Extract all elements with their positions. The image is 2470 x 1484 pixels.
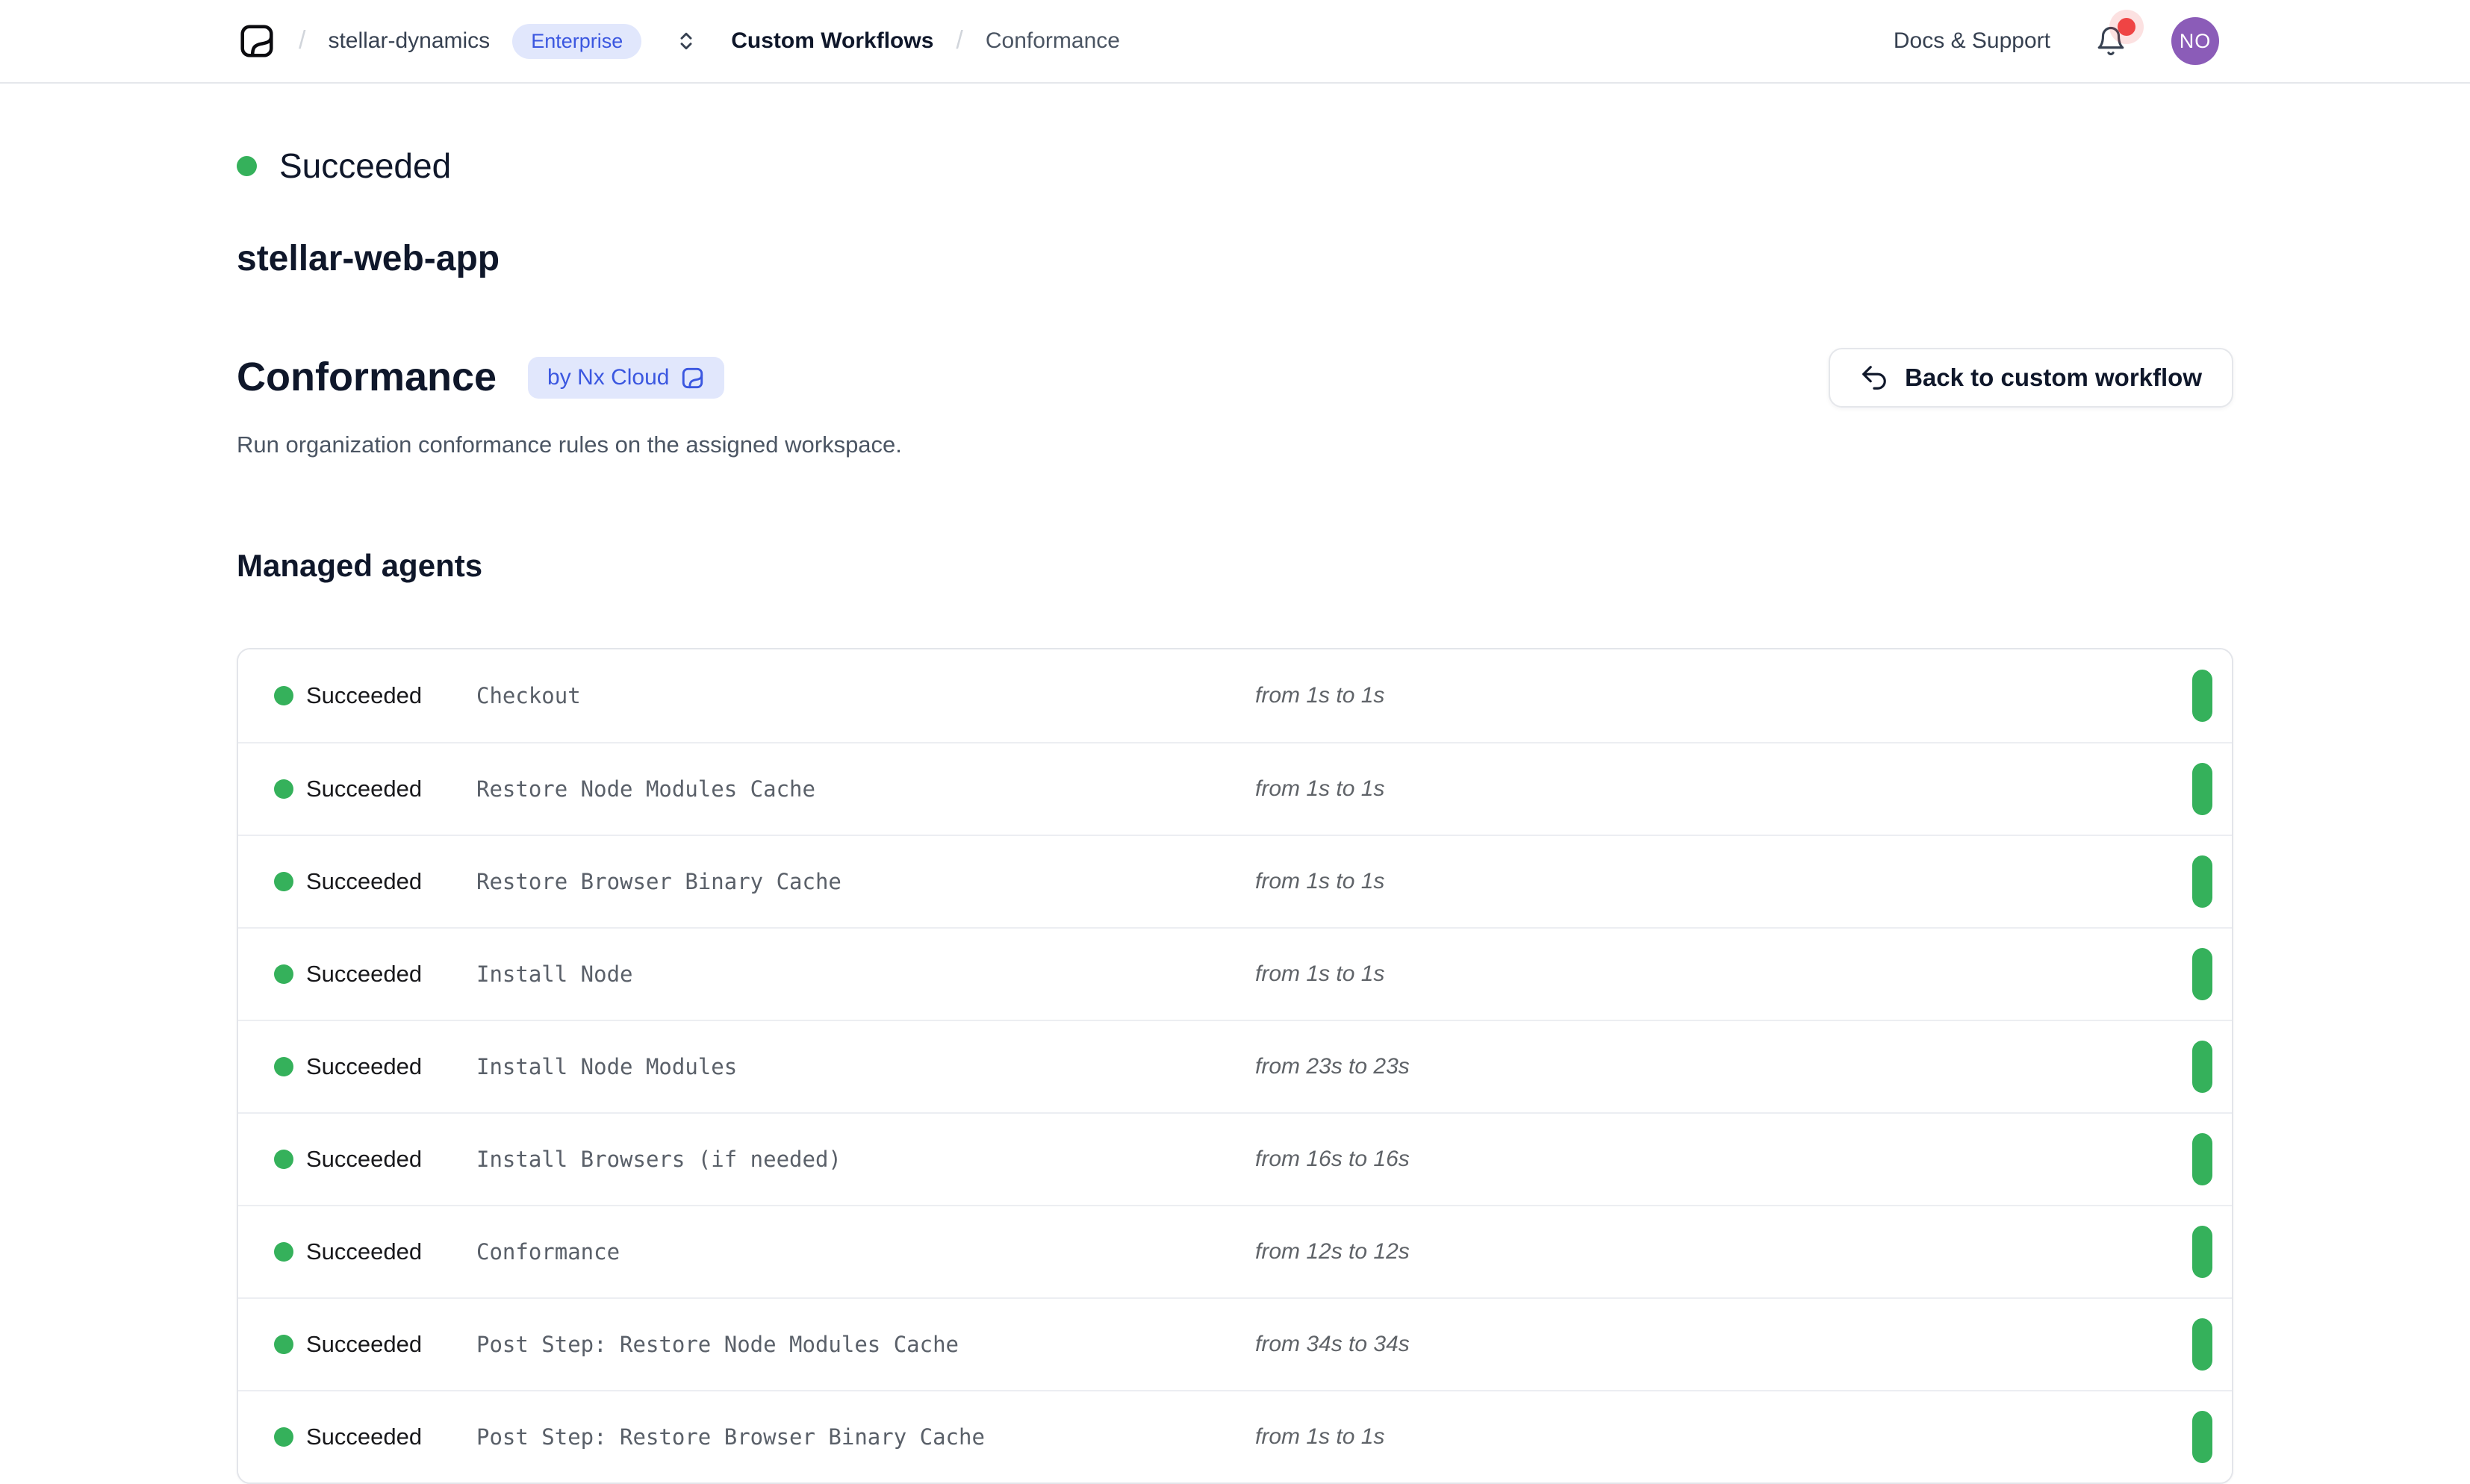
step-name: Checkout: [476, 683, 1255, 708]
workspace-title: stellar-web-app: [237, 238, 2233, 279]
status-dot-icon: [274, 872, 293, 891]
step-timeline-bar: [2192, 1226, 2212, 1278]
notification-unread-dot: [2118, 18, 2135, 36]
status-dot-icon: [274, 1057, 293, 1076]
managed-agents-title: Managed agents: [237, 547, 2233, 584]
step-name: Restore Node Modules Cache: [476, 776, 1255, 802]
status-dot-icon: [274, 1242, 293, 1262]
step-status: Succeeded: [274, 1053, 476, 1080]
step-row[interactable]: Succeeded Install Node Modules from 23s …: [238, 1020, 2232, 1112]
run-status: Succeeded: [237, 146, 2233, 186]
step-timeline-bar: [2192, 1411, 2212, 1463]
breadcrumb-separator: /: [299, 26, 305, 55]
step-duration: from 1s to 1s: [1255, 869, 2192, 894]
step-timeline-bar: [2192, 948, 2212, 1000]
by-nx-cloud-badge[interactable]: by Nx Cloud: [528, 357, 724, 399]
workflow-description: Run organization conformance rules on th…: [237, 428, 2233, 461]
status-dot-icon: [274, 686, 293, 705]
step-status: Succeeded: [274, 682, 476, 709]
step-name: Conformance: [476, 1239, 1255, 1265]
breadcrumb-custom-workflows[interactable]: Custom Workflows: [731, 28, 933, 54]
step-status-label: Succeeded: [306, 1331, 422, 1358]
back-to-custom-workflow-button[interactable]: Back to custom workflow: [1829, 348, 2233, 408]
run-status-label: Succeeded: [279, 146, 451, 186]
step-timeline-bar: [2192, 855, 2212, 908]
status-dot-icon: [274, 779, 293, 799]
step-timeline-bar: [2192, 1318, 2212, 1371]
step-name: Restore Browser Binary Cache: [476, 869, 1255, 894]
step-row[interactable]: Succeeded Conformance from 12s to 12s: [238, 1205, 2232, 1297]
avatar[interactable]: NO: [2171, 17, 2219, 65]
step-row[interactable]: Succeeded Post Step: Restore Browser Bin…: [238, 1390, 2232, 1483]
step-name: Install Browsers (if needed): [476, 1147, 1255, 1172]
notifications-button[interactable]: [2094, 24, 2128, 58]
nx-cloud-logo-icon: [237, 22, 276, 60]
breadcrumb-org[interactable]: stellar-dynamics: [328, 28, 490, 54]
arrow-uturn-left-icon: [1860, 364, 1888, 392]
step-name: Post Step: Restore Node Modules Cache: [476, 1332, 1255, 1357]
step-status: Succeeded: [274, 961, 476, 988]
step-duration: from 23s to 23s: [1255, 1054, 2192, 1079]
step-status-label: Succeeded: [306, 1053, 422, 1080]
docs-support-link[interactable]: Docs & Support: [1894, 28, 2050, 54]
step-timeline-bar: [2192, 1133, 2212, 1185]
step-status-label: Succeeded: [306, 1424, 422, 1450]
main-content: Succeeded stellar-web-app Conformance by…: [237, 84, 2233, 1484]
step-duration: from 1s to 1s: [1255, 776, 2192, 802]
step-status-label: Succeeded: [306, 1238, 422, 1265]
step-duration: from 1s to 1s: [1255, 683, 2192, 708]
step-status-label: Succeeded: [306, 961, 422, 988]
workflow-header-row: Conformance by Nx Cloud Back to custom w…: [237, 348, 2233, 408]
step-status-label: Succeeded: [306, 868, 422, 895]
status-dot-icon: [274, 964, 293, 984]
step-duration: from 34s to 34s: [1255, 1332, 2192, 1357]
breadcrumb-current-page: Conformance: [986, 28, 1120, 54]
chevron-up-down-icon: [674, 29, 698, 53]
step-duration: from 16s to 16s: [1255, 1147, 2192, 1172]
step-row[interactable]: Succeeded Restore Browser Binary Cache f…: [238, 835, 2232, 927]
status-dot-icon: [237, 156, 257, 176]
status-dot-icon: [274, 1335, 293, 1354]
workspace-switcher-button[interactable]: [674, 29, 698, 53]
managed-agents-card: Succeeded Checkout from 1s to 1s Succeed…: [237, 648, 2233, 1484]
step-status: Succeeded: [274, 1424, 476, 1450]
step-row[interactable]: Succeeded Install Node from 1s to 1s: [238, 927, 2232, 1020]
workflow-title-group: Conformance by Nx Cloud: [237, 355, 724, 399]
step-status-label: Succeeded: [306, 776, 422, 802]
step-row[interactable]: Succeeded Post Step: Restore Node Module…: [238, 1297, 2232, 1390]
back-button-label: Back to custom workflow: [1905, 364, 2202, 392]
step-status: Succeeded: [274, 1238, 476, 1265]
top-navigation-bar: / stellar-dynamics Enterprise Custom Wor…: [0, 0, 2470, 84]
nx-cloud-logo[interactable]: [237, 22, 276, 60]
step-row[interactable]: Succeeded Restore Node Modules Cache fro…: [238, 742, 2232, 835]
step-status-label: Succeeded: [306, 1146, 422, 1173]
step-duration: from 12s to 12s: [1255, 1239, 2192, 1265]
enterprise-plan-badge: Enterprise: [512, 24, 641, 59]
step-status: Succeeded: [274, 1331, 476, 1358]
step-status: Succeeded: [274, 1146, 476, 1173]
breadcrumb-separator: /: [956, 26, 962, 55]
step-name: Post Step: Restore Browser Binary Cache: [476, 1424, 1255, 1450]
step-name: Install Node: [476, 961, 1255, 987]
step-timeline-bar: [2192, 670, 2212, 722]
step-row[interactable]: Succeeded Install Browsers (if needed) f…: [238, 1112, 2232, 1205]
nx-cloud-mini-logo-icon: [680, 366, 705, 390]
step-status: Succeeded: [274, 868, 476, 895]
step-timeline-bar: [2192, 763, 2212, 815]
step-duration: from 1s to 1s: [1255, 1424, 2192, 1450]
step-status-label: Succeeded: [306, 682, 422, 709]
by-nx-cloud-label: by Nx Cloud: [547, 364, 669, 391]
header-actions: Docs & Support NO: [1894, 17, 2219, 65]
workflow-title: Conformance: [237, 355, 497, 399]
step-duration: from 1s to 1s: [1255, 961, 2192, 987]
step-name: Install Node Modules: [476, 1054, 1255, 1079]
step-timeline-bar: [2192, 1041, 2212, 1093]
breadcrumb: / stellar-dynamics Enterprise Custom Wor…: [237, 22, 1120, 60]
step-row[interactable]: Succeeded Checkout from 1s to 1s: [238, 649, 2232, 742]
status-dot-icon: [274, 1427, 293, 1447]
status-dot-icon: [274, 1150, 293, 1169]
step-status: Succeeded: [274, 776, 476, 802]
